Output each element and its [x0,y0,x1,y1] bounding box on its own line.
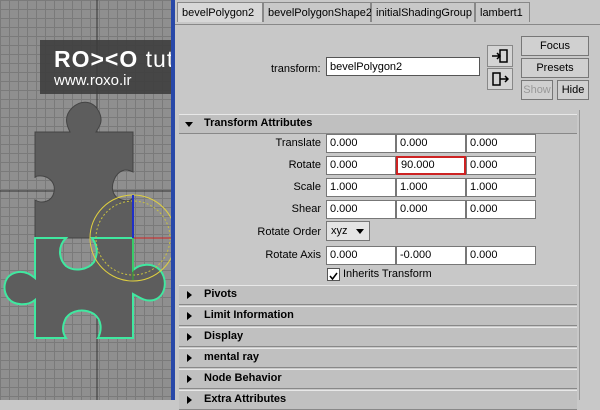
expand-triangle-icon [187,291,192,299]
translate-x-field[interactable]: 0.000 [326,134,396,153]
rotate-order-dropdown[interactable]: xyz [326,221,370,241]
logo-url: www.roxo.ir [54,72,132,89]
transform-label: transform: [271,63,321,75]
section-title: Limit Information [204,309,294,321]
transform-name-field[interactable]: bevelPolygon2 [326,57,480,76]
section-node-behavior[interactable]: Node Behavior [179,369,577,389]
section-title: Display [204,330,244,342]
section-title: Pivots [204,288,238,300]
puzzle-piece-upper [34,101,134,239]
expand-triangle-icon [187,375,192,383]
dropdown-arrow-icon [356,229,364,234]
translate-z-field[interactable]: 0.000 [466,134,536,153]
rotate-axis-z-field[interactable]: 0.000 [466,246,536,265]
scale-y-field[interactable]: 1.000 [396,178,466,197]
section-extra-attributes[interactable]: Extra Attributes [179,390,577,410]
load-selected-button[interactable] [487,45,513,67]
show-button[interactable]: Show [521,80,553,100]
section-title: Node Behavior [204,372,282,384]
output-connections-button[interactable] [487,68,513,90]
translate-y-field[interactable]: 0.000 [396,134,466,153]
rotate-label: Rotate [288,159,321,171]
section-mental-ray[interactable]: mental ray [179,348,577,368]
inherits-transform-label: Inherits Transform [343,268,432,280]
scale-x-field[interactable]: 1.000 [326,178,396,197]
hide-button[interactable]: Hide [557,80,589,100]
expand-triangle-icon [187,333,192,341]
rotate-axis-label: Rotate Axis [265,249,321,261]
rotate-axis-y-field[interactable]: -0.000 [396,246,466,265]
section-title: Transform Attributes [204,117,313,129]
section-pivots[interactable]: Pivots [179,285,577,305]
tab-initialshadinggroup[interactable]: initialShadingGroup [371,2,475,22]
rotate-x-field[interactable]: 0.000 [326,156,396,175]
section-limit-information[interactable]: Limit Information [179,306,577,326]
focus-button[interactable]: Focus [521,36,589,56]
shear-label: Shear [291,203,321,215]
tab-bevelpolygon2[interactable]: bevelPolygon2 [177,2,263,22]
expand-triangle-icon [187,312,192,320]
tab-bevelpolygonshape2[interactable]: bevelPolygonShape2 [263,2,372,22]
section-title: Extra Attributes [204,393,287,405]
section-transform-attributes[interactable]: Transform Attributes [179,114,577,134]
attribute-editor: bevelPolygon2 bevelPolygonShape2 initial… [175,0,600,410]
section-display[interactable]: Display [179,327,577,347]
viewport[interactable]: RO><O tuts www.roxo.ir [0,0,172,400]
output-arrow-icon [492,72,510,86]
logo-wordmark: RO><O tuts [54,46,172,72]
scale-label: Scale [293,181,321,193]
checkmark-icon [329,272,338,281]
rotate-order-value: xyz [331,225,348,237]
scale-z-field[interactable]: 1.000 [466,178,536,197]
expand-triangle-icon [187,354,192,362]
vertical-scrollbar[interactable] [579,110,600,400]
rotate-z-field[interactable]: 0.000 [466,156,536,175]
rotate-order-label: Rotate Order [257,226,321,238]
rotate-y-field[interactable]: 90.000 [396,156,466,175]
tab-lambert1[interactable]: lambert1 [475,2,530,22]
collapse-triangle-icon [185,122,193,127]
presets-button[interactable]: Presets [521,58,589,78]
rotate-axis-x-field[interactable]: 0.000 [326,246,396,265]
input-arrow-icon [492,49,508,63]
shear-x-field[interactable]: 0.000 [326,200,396,219]
shear-z-field[interactable]: 0.000 [466,200,536,219]
node-tabs: bevelPolygon2 bevelPolygonShape2 initial… [175,0,600,25]
watermark-logo: RO><O tuts www.roxo.ir [40,40,172,94]
section-title: mental ray [204,351,260,363]
translate-label: Translate [275,137,321,149]
shear-y-field[interactable]: 0.000 [396,200,466,219]
expand-triangle-icon [187,396,192,404]
inherits-transform-checkbox[interactable] [327,268,340,281]
puzzle-piece-lower [3,237,166,339]
